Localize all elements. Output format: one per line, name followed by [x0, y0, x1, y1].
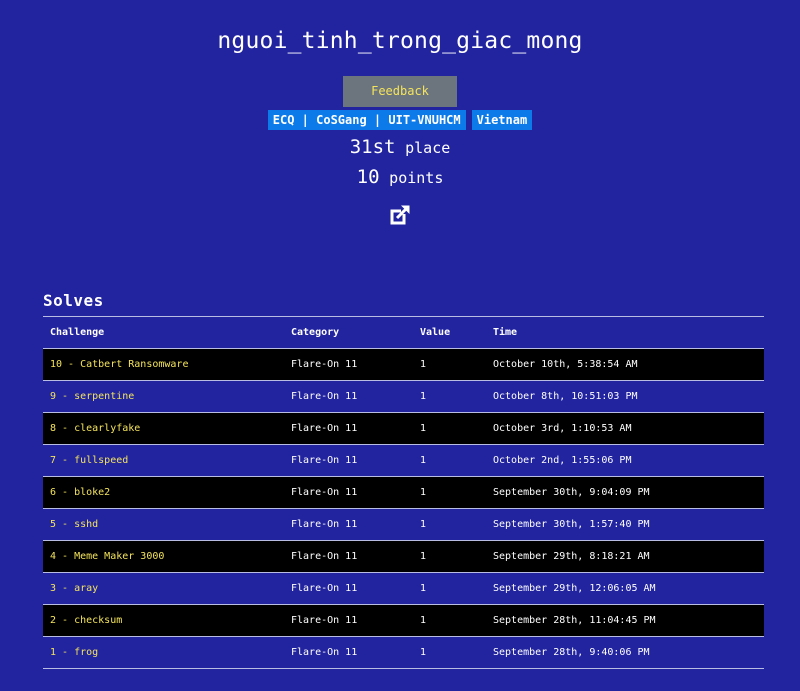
category-cell: Flare-On 11	[284, 540, 413, 573]
table-row: 9 - serpentine Flare-On 11 1 October 8th…	[43, 380, 764, 413]
table-row: 10 - Catbert Ransomware Flare-On 11 1 Oc…	[43, 348, 764, 381]
solves-table: Challenge Category Value Time 10 - Catbe…	[43, 317, 764, 669]
table-row: 6 - bloke2 Flare-On 11 1 September 30th,…	[43, 476, 764, 509]
country-badge[interactable]: Vietnam	[471, 110, 533, 130]
time-cell: September 29th, 12:06:05 AM	[486, 572, 764, 605]
team-points: 10 points	[0, 162, 800, 192]
challenge-link[interactable]: 6 - bloke2	[50, 487, 110, 498]
value-cell: 1	[413, 380, 486, 413]
feedback-form-button[interactable]: Feedback Form	[343, 76, 457, 129]
challenge-link[interactable]: 4 - Meme Maker 3000	[50, 551, 164, 562]
points-value: 10	[356, 166, 380, 188]
challenge-link[interactable]: 8 - clearlyfake	[50, 423, 140, 434]
time-cell: October 10th, 5:38:54 AM	[486, 348, 764, 381]
category-cell: Flare-On 11	[284, 604, 413, 637]
table-row: 7 - fullspeed Flare-On 11 1 October 2nd,…	[43, 444, 764, 477]
value-cell: 1	[413, 604, 486, 637]
challenge-link[interactable]: 10 - Catbert Ransomware	[50, 359, 188, 370]
value-cell: 1	[413, 476, 486, 509]
solves-section: Solves Challenge Category Value Time 10 …	[43, 288, 764, 669]
category-cell: Flare-On 11	[284, 444, 413, 477]
table-row: 8 - clearlyfake Flare-On 11 1 October 3r…	[43, 412, 764, 445]
column-header-challenge: Challenge	[43, 317, 284, 349]
challenge-link[interactable]: 5 - sshd	[50, 519, 98, 530]
value-cell: 1	[413, 444, 486, 477]
points-unit: points	[389, 169, 444, 187]
challenge-link[interactable]: 9 - serpentine	[50, 391, 134, 402]
category-cell: Flare-On 11	[284, 508, 413, 541]
value-cell: 1	[413, 348, 486, 381]
team-name: nguoi_tinh_trong_giac_mong	[217, 28, 583, 54]
time-cell: September 28th, 9:40:06 PM	[486, 636, 764, 669]
edit-wrap	[0, 202, 800, 228]
category-cell: Flare-On 11	[284, 348, 413, 381]
external-link-icon[interactable]	[387, 202, 413, 228]
table-row: 2 - checksum Flare-On 11 1 September 28t…	[43, 604, 764, 637]
solves-title: Solves	[43, 288, 764, 317]
table-row: 4 - Meme Maker 3000 Flare-On 11 1 Septem…	[43, 540, 764, 573]
category-cell: Flare-On 11	[284, 572, 413, 605]
time-cell: September 28th, 11:04:45 PM	[486, 604, 764, 637]
column-header-category: Category	[284, 317, 413, 349]
time-cell: September 29th, 8:18:21 AM	[486, 540, 764, 573]
table-header-row: Challenge Category Value Time	[43, 317, 764, 349]
value-cell: 1	[413, 636, 486, 669]
time-cell: September 30th, 9:04:09 PM	[486, 476, 764, 509]
feedback-wrap: Feedback Form	[0, 76, 800, 129]
time-cell: October 3rd, 1:10:53 AM	[486, 412, 764, 445]
time-cell: October 8th, 10:51:03 PM	[486, 380, 764, 413]
team-header: nguoi_tinh_trong_giac_mong Feedback Form…	[0, 0, 800, 228]
table-row: 3 - aray Flare-On 11 1 September 29th, 1…	[43, 572, 764, 605]
category-cell: Flare-On 11	[284, 412, 413, 445]
affiliation-badges: ECQ | CoSGang | UIT-VNUHCM Vietnam	[0, 110, 800, 130]
challenge-link[interactable]: 3 - aray	[50, 583, 98, 594]
time-cell: October 2nd, 1:55:06 PM	[486, 444, 764, 477]
team-place: 31st place	[0, 132, 800, 162]
category-cell: Flare-On 11	[284, 380, 413, 413]
place-value: 31st	[349, 136, 396, 158]
challenge-link[interactable]: 1 - frog	[50, 647, 98, 658]
affiliation-badge[interactable]: ECQ | CoSGang | UIT-VNUHCM	[267, 110, 466, 130]
table-row: 1 - frog Flare-On 11 1 September 28th, 9…	[43, 636, 764, 669]
challenge-link[interactable]: 2 - checksum	[50, 615, 122, 626]
time-cell: September 30th, 1:57:40 PM	[486, 508, 764, 541]
category-cell: Flare-On 11	[284, 476, 413, 509]
value-cell: 1	[413, 508, 486, 541]
column-header-time: Time	[486, 317, 764, 349]
challenge-link[interactable]: 7 - fullspeed	[50, 455, 128, 466]
table-row: 5 - sshd Flare-On 11 1 September 30th, 1…	[43, 508, 764, 541]
value-cell: 1	[413, 572, 486, 605]
place-unit: place	[405, 139, 451, 157]
category-cell: Flare-On 11	[284, 636, 413, 669]
value-cell: 1	[413, 412, 486, 445]
value-cell: 1	[413, 540, 486, 573]
column-header-value: Value	[413, 317, 486, 349]
